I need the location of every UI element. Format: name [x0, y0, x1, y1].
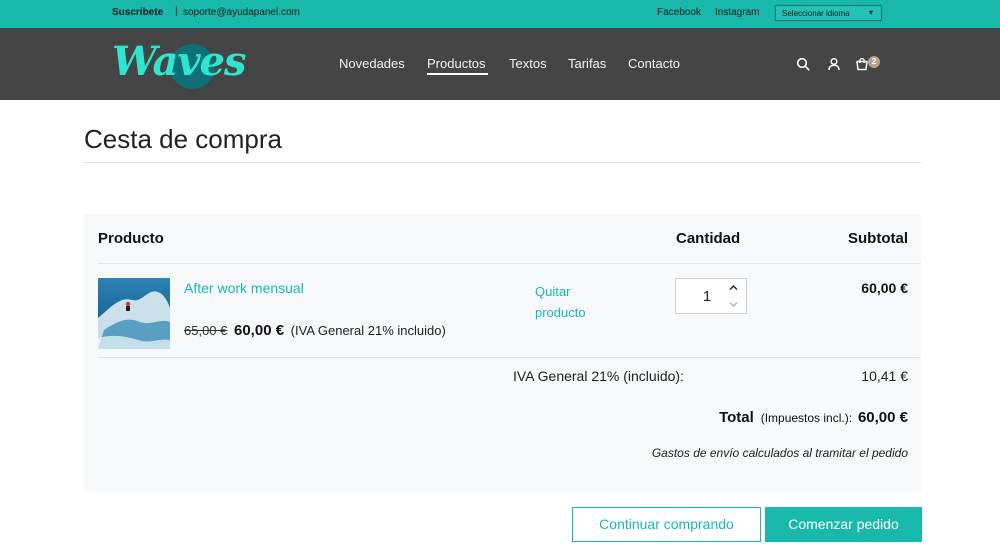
- column-header-subtotal: Subtotal: [848, 230, 908, 247]
- chevron-up-icon[interactable]: [729, 284, 738, 291]
- nav-textos[interactable]: Textos: [509, 56, 547, 71]
- search-icon[interactable]: [796, 57, 810, 71]
- item-subtotal: 60,00 €: [861, 280, 908, 296]
- total-tax-note: (Impuestos incl.):: [760, 411, 853, 425]
- sale-price: 60,00 €: [234, 322, 285, 339]
- nav-contacto[interactable]: Contacto: [628, 56, 680, 71]
- nav-productos[interactable]: Productos: [427, 56, 486, 71]
- tax-included-note: (IVA General 21% incluido): [290, 323, 446, 338]
- item-divider: [98, 357, 921, 358]
- column-header-product: Producto: [98, 230, 164, 247]
- column-header-quantity: Cantidad: [676, 230, 741, 247]
- quantity-stepper[interactable]: 1: [675, 278, 747, 314]
- chevron-down-icon: ▾: [868, 8, 873, 17]
- topbar-separator: |: [175, 6, 178, 17]
- language-select[interactable]: Seleccionar idioma ▾: [775, 5, 882, 21]
- language-select-label: Seleccionar idioma: [782, 9, 850, 18]
- user-icon[interactable]: [827, 57, 841, 71]
- support-email-link[interactable]: soporte@ayudapanel.com: [183, 7, 300, 18]
- page-title: Cesta de compra: [84, 124, 282, 154]
- cart-icon[interactable]: [855, 57, 869, 71]
- product-name-link[interactable]: After work mensual: [184, 280, 304, 296]
- shipping-note: Gastos de envío calculados al tramitar e…: [651, 446, 908, 460]
- tax-label: IVA General 21% (incluido):: [513, 368, 684, 384]
- original-price: 65,00 €: [184, 323, 228, 338]
- total-label: Total: [719, 409, 754, 426]
- order-total: Total (Impuestos incl.): 60,00 €: [719, 409, 908, 426]
- product-thumbnail[interactable]: [98, 278, 170, 349]
- cart-count-badge: 2: [868, 56, 880, 68]
- top-bar: Suscribete | soporte@ayudapanel.com Face…: [0, 0, 1000, 28]
- checkout-button[interactable]: Comenzar pedido: [765, 507, 922, 542]
- logo-text: Waves: [112, 38, 247, 85]
- facebook-link[interactable]: Facebook: [657, 7, 701, 18]
- nav-novedades[interactable]: Novedades: [339, 56, 405, 71]
- site-header: Waves Novedades Productos Textos Tarifas…: [0, 28, 1000, 100]
- instagram-link[interactable]: Instagram: [715, 7, 759, 18]
- chevron-down-icon[interactable]: [729, 301, 738, 308]
- site-logo[interactable]: Waves: [112, 36, 247, 92]
- product-price-line: 65,00 € 60,00 € (IVA General 21% incluid…: [184, 322, 446, 339]
- tax-value: 10,41 €: [861, 368, 908, 384]
- title-divider: [84, 162, 921, 163]
- remove-product-link[interactable]: Quitar producto: [535, 281, 605, 323]
- subscribe-link[interactable]: Suscribete: [112, 7, 163, 18]
- header-divider: [98, 263, 921, 264]
- total-value: 60,00 €: [857, 409, 908, 426]
- nav-active-indicator: [427, 73, 488, 75]
- nav-tarifas[interactable]: Tarifas: [568, 56, 606, 71]
- continue-shopping-button[interactable]: Continuar comprando: [572, 507, 761, 542]
